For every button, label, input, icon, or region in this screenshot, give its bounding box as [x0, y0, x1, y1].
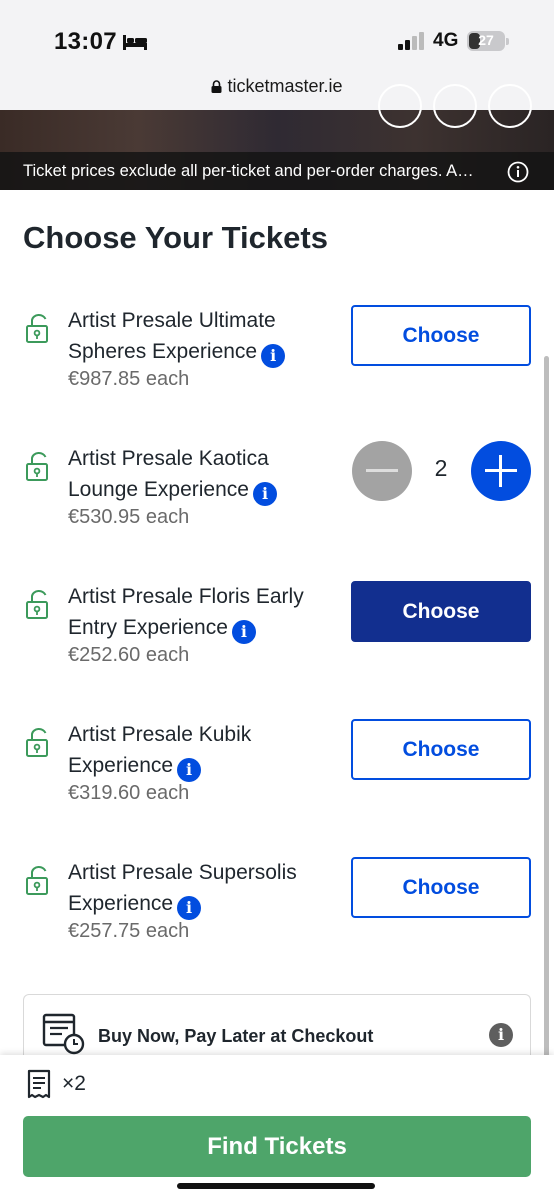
price-notice: Ticket prices exclude all per-ticket and… [0, 152, 554, 190]
battery-level: 27 [478, 32, 494, 48]
ticket-price: €257.75 each [68, 920, 190, 942]
lock-icon [26, 866, 48, 895]
ticket-name: Artist Presale Ultimate Spheres Experien… [68, 305, 338, 368]
accessibility-icon[interactable] [433, 84, 477, 128]
bnpl-card[interactable]: Buy Now, Pay Later at Checkout i [23, 994, 531, 1064]
padlock-icon [211, 80, 222, 93]
info-icon[interactable]: i [177, 896, 202, 920]
network-type: 4G [433, 30, 459, 51]
footer-bar: ×2 Find Tickets [0, 1055, 554, 1200]
lock-icon [26, 314, 48, 343]
ticket-count: ×2 [62, 1072, 86, 1095]
seating-icon[interactable] [488, 84, 532, 128]
find-tickets-button[interactable]: Find Tickets [23, 1116, 531, 1177]
choose-button[interactable]: Choose [351, 719, 531, 780]
choose-button[interactable]: Choose [351, 305, 531, 366]
ticket-row: Artist Presale Supersolis Experience i €2… [0, 857, 554, 967]
ticket-row: Artist Presale Kaotica Lounge Experience… [0, 441, 554, 553]
ticket-icon [27, 1069, 51, 1099]
ticket-price: €252.60 each [68, 644, 190, 666]
ticket-price: €319.60 each [68, 782, 190, 804]
choose-button[interactable]: Choose [351, 581, 531, 642]
page-title: Choose Your Tickets [23, 220, 328, 255]
quantity-value: 2 [434, 455, 448, 481]
ticket-price: €530.95 each [68, 506, 190, 528]
bed-icon [123, 35, 147, 50]
scrollbar[interactable] [544, 356, 549, 1108]
info-icon[interactable] [507, 161, 529, 183]
battery-icon: 27 [467, 31, 509, 51]
lock-icon [26, 452, 48, 481]
ticket-row: Artist Presale Ultimate Spheres Experien… [0, 305, 554, 415]
ticket-price: €987.85 each [68, 368, 190, 390]
ticket-name: Artist Presale Supersolis Experience i [68, 857, 338, 920]
ticket-row: Artist Presale Kubik Experience i €319.60… [0, 719, 554, 829]
info-icon[interactable]: i [231, 620, 256, 644]
lock-icon [26, 728, 48, 757]
status-time: 13:07 [54, 28, 117, 55]
info-icon[interactable]: i [252, 482, 277, 506]
receipt-clock-icon [42, 1013, 85, 1055]
price-notice-text: Ticket prices exclude all per-ticket and… [23, 162, 474, 180]
ticket-name: Artist Presale Kubik Experience i [68, 719, 268, 782]
ticket-row: Artist Presale Floris Early Entry Experi… [0, 581, 554, 691]
choose-button[interactable]: Choose [351, 857, 531, 918]
bnpl-label: Buy Now, Pay Later at Checkout [98, 1026, 374, 1046]
info-circle-icon[interactable] [378, 84, 422, 128]
home-indicator[interactable] [177, 1183, 375, 1189]
ticket-name: Artist Presale Kaotica Lounge Experience… [68, 443, 338, 506]
info-icon[interactable]: i [261, 344, 286, 368]
minus-icon[interactable] [352, 441, 412, 501]
info-icon[interactable]: i [177, 758, 202, 782]
quantity-stepper: 2 [352, 441, 532, 503]
signal-icon [398, 32, 424, 50]
plus-icon[interactable] [471, 441, 531, 501]
ticket-name: Artist Presale Floris Early Entry Experi… [68, 581, 338, 644]
info-icon[interactable]: i [489, 1023, 513, 1047]
lock-icon [26, 590, 48, 619]
url-text: ticketmaster.ie [227, 76, 343, 96]
